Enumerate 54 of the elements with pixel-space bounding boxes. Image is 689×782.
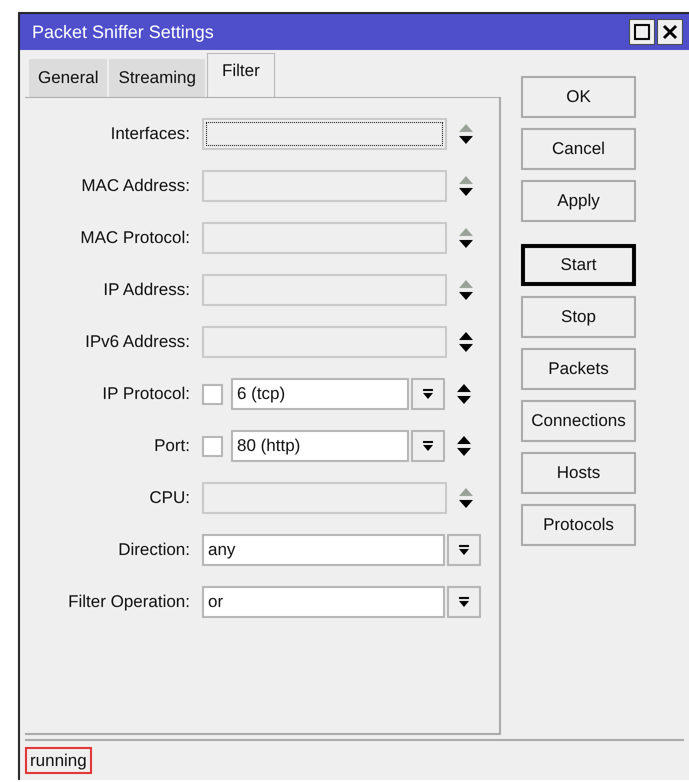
action-button[interactable]: Hosts xyxy=(521,452,636,494)
spinner-icon[interactable] xyxy=(458,487,474,509)
input-field[interactable] xyxy=(202,222,447,254)
checkbox[interactable] xyxy=(202,384,223,404)
status-text: running xyxy=(25,747,92,774)
action-button[interactable]: Stop xyxy=(521,296,636,338)
action-button[interactable]: Packets xyxy=(521,348,636,390)
spinner-icon[interactable] xyxy=(458,123,474,145)
tab[interactable]: General xyxy=(29,59,110,97)
field-label: IP Protocol: xyxy=(101,383,191,406)
input-field[interactable] xyxy=(202,274,447,306)
action-button[interactable]: Start xyxy=(521,244,636,286)
dropdown-button[interactable] xyxy=(447,586,481,618)
field-label: IP Address: xyxy=(102,279,191,302)
action-button[interactable]: Cancel xyxy=(521,128,636,170)
field-label: Interfaces: xyxy=(110,123,191,146)
spinner-icon[interactable] xyxy=(458,175,474,197)
dropdown-button[interactable] xyxy=(447,534,481,566)
spinner-icon[interactable] xyxy=(456,383,472,405)
select-field[interactable]: any xyxy=(202,534,445,566)
dropdown-button[interactable] xyxy=(411,378,445,410)
close-icon[interactable] xyxy=(657,19,683,45)
field-label: Port: xyxy=(153,435,191,458)
dropdown-icon xyxy=(458,544,470,556)
spinner-icon[interactable] xyxy=(458,227,474,249)
action-button[interactable]: OK xyxy=(521,76,636,118)
dropdown-icon xyxy=(422,388,434,400)
field-label: CPU: xyxy=(148,487,191,510)
tab[interactable]: Filter xyxy=(206,53,275,97)
select-field[interactable]: or xyxy=(202,586,445,618)
dropdown-button[interactable] xyxy=(411,430,445,462)
select-field[interactable]: 80 (http) xyxy=(231,430,409,462)
input-field[interactable] xyxy=(202,118,447,150)
maximize-icon[interactable] xyxy=(629,19,655,45)
field-label: Direction: xyxy=(117,539,191,562)
dropdown-icon xyxy=(458,596,470,608)
field-label: MAC Protocol: xyxy=(79,227,191,250)
window-title: Packet Sniffer Settings xyxy=(32,20,214,44)
field-label: Filter Operation: xyxy=(67,591,191,614)
spinner-icon[interactable] xyxy=(458,331,474,353)
spinner-icon[interactable] xyxy=(458,279,474,301)
dropdown-icon xyxy=(422,440,434,452)
input-field[interactable] xyxy=(202,482,447,514)
spinner-icon[interactable] xyxy=(456,435,472,457)
action-button[interactable]: Connections xyxy=(521,400,636,442)
field-label: IPv6 Address: xyxy=(84,331,191,354)
field-label: MAC Address: xyxy=(80,175,191,198)
action-button[interactable]: Protocols xyxy=(521,504,636,546)
tab[interactable]: Streaming xyxy=(109,59,207,97)
input-field[interactable] xyxy=(202,326,447,358)
checkbox[interactable] xyxy=(202,436,223,456)
select-field[interactable]: 6 (tcp) xyxy=(231,378,409,410)
action-button[interactable]: Apply xyxy=(521,180,636,222)
input-field[interactable] xyxy=(202,170,447,202)
